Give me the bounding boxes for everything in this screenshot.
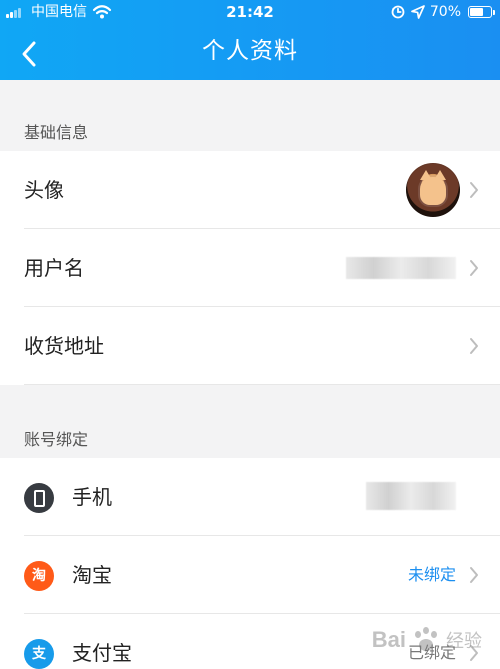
cat-face-icon [420,170,446,205]
redacted-username [346,257,456,279]
username-row[interactable]: 用户名 [0,229,500,307]
cat-avatar-image [406,163,460,217]
basic-info-section-title: 基础信息 [24,123,89,142]
username-label: 用户名 [24,256,84,280]
chevron-right-icon [470,338,478,354]
battery-fill [470,8,484,16]
alipay-row[interactable]: 支 支付宝 已绑定 [0,614,500,669]
phone-device-icon [33,489,45,507]
shipping-address-label: 收货地址 [24,334,104,358]
phone-row[interactable]: 手机 [0,458,500,536]
taobao-label: 淘宝 [72,563,112,587]
battery-percentage: 70% [429,4,461,20]
account-binding-section-title: 账号绑定 [24,430,89,449]
avatar-row[interactable]: 头像 [0,151,500,229]
chevron-right-icon [470,567,478,583]
avatar-label: 头像 [24,178,64,202]
chevron-right-icon [470,182,478,198]
status-right: 70% [390,0,495,24]
battery-icon [468,6,495,18]
taobao-binding-status: 未绑定 [407,565,456,584]
profile-content: 基础信息 头像 用户名 收货地址 账号绑定 手机 淘 淘宝 未绑定 支 支付宝 … [0,80,500,669]
taobao-row[interactable]: 淘 淘宝 未绑定 [0,536,500,614]
location-icon [411,5,425,19]
status-bar: 中国电信 21:42 70% [0,0,500,24]
alipay-binding-status: 已绑定 [407,643,456,662]
app-header: 中国电信 21:42 70% 个人资料 [0,0,500,80]
profile-screen: 中国电信 21:42 70% 个人资料 基础信息 头像 用户名 收货地址 账号绑… [0,0,500,669]
phone-label: 手机 [72,485,112,509]
alipay-label: 支付宝 [72,641,132,665]
taobao-icon-text: 淘 [32,568,46,584]
alipay-icon-text: 支 [32,646,46,662]
shipping-address-row[interactable]: 收货地址 [0,307,500,385]
alipay-icon: 支 [24,639,54,669]
navigation-bar: 个人资料 [0,24,500,80]
screen-lock-icon [391,5,405,19]
taobao-icon: 淘 [24,561,54,591]
page-title: 个人资料 [202,38,298,64]
chevron-right-icon [470,645,478,661]
phone-icon [24,483,54,513]
chevron-right-icon [470,260,478,276]
redacted-phone-number [366,482,456,510]
